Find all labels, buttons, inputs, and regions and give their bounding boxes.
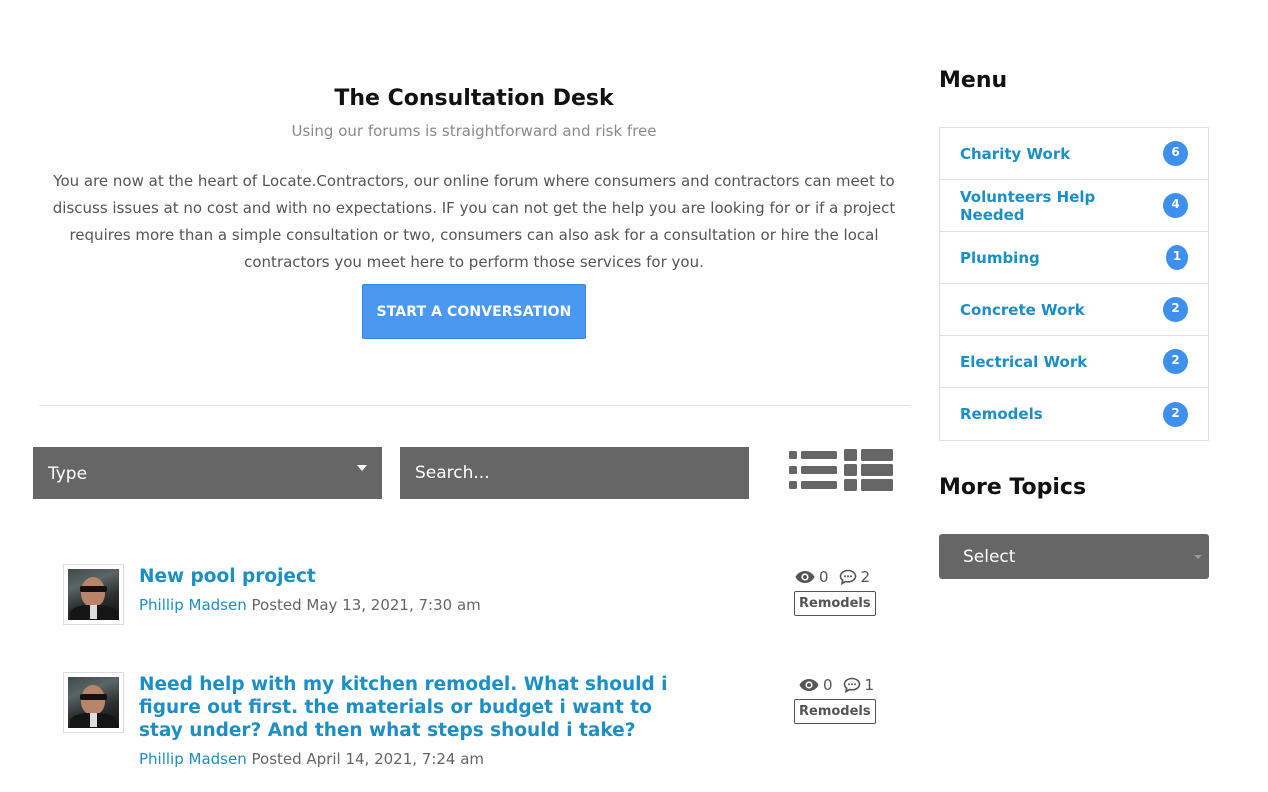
menu-item-label: Remodels [960, 405, 1043, 423]
page-title: The Consultation Desk [334, 86, 614, 111]
menu-item-label: Plumbing [960, 248, 1040, 267]
topic-stats: 0 1 [799, 676, 874, 694]
menu-heading: Menu [939, 68, 1008, 93]
count-badge: 2 [1163, 401, 1188, 427]
count-badge: 2 [1163, 297, 1188, 322]
reply-count: 2 [860, 568, 871, 586]
select-label: Select [963, 547, 1016, 567]
comment-icon [839, 569, 856, 585]
list-view-icon[interactable] [789, 449, 837, 491]
posted-date: Posted April 14, 2021, 7:24 am [251, 750, 485, 768]
view-count: 0 [819, 568, 829, 586]
topic-meta: Phillip Madsen Posted May 13, 2021, 7:30… [139, 596, 481, 614]
reply-count: 1 [864, 676, 875, 694]
grid-view-icon[interactable] [844, 449, 894, 491]
topic-title[interactable]: New pool project [139, 565, 679, 588]
posted-date: Posted May 13, 2021, 7:30 am [251, 596, 481, 614]
menu-item-concrete-work[interactable]: Concrete Work 2 [940, 284, 1208, 336]
count-badge: 6 [1163, 141, 1188, 166]
menu-item-label: Electrical Work [960, 352, 1088, 371]
menu-item-plumbing[interactable]: Plumbing 1 [940, 232, 1208, 284]
count-badge: 1 [1166, 245, 1188, 270]
more-topics-heading: More Topics [939, 475, 1087, 500]
menu-item-remodels[interactable]: Remodels 2 [940, 388, 1208, 440]
topic-meta: Phillip Madsen Posted April 14, 2021, 7:… [139, 750, 484, 768]
count-badge: 2 [1163, 349, 1188, 374]
menu-item-label: Charity Work [960, 144, 1071, 163]
eye-icon [799, 679, 819, 691]
caret-down-icon [357, 465, 367, 471]
menu-item-label: Concrete Work [960, 300, 1085, 319]
avatar[interactable] [63, 672, 124, 733]
menu-item-volunteers-help-needed[interactable]: Volunteers Help Needed 4 [940, 180, 1208, 232]
type-select[interactable]: Type [33, 447, 382, 499]
view-count: 0 [823, 676, 833, 694]
more-topics-select[interactable]: Select [939, 534, 1209, 579]
type-select-label: Type [48, 464, 88, 484]
topic-title[interactable]: Need help with my kitchen remodel. What … [139, 673, 679, 742]
comment-icon [843, 677, 860, 693]
menu-item-label: Volunteers Help Needed [960, 187, 1096, 224]
menu-item-charity-work[interactable]: Charity Work 6 [940, 128, 1208, 180]
topic-tag[interactable]: Remodels [794, 699, 876, 724]
topic-tag[interactable]: Remodels [794, 591, 876, 616]
search-input[interactable] [400, 447, 749, 499]
menu-list: Charity Work 6 Volunteers Help Needed 4 … [939, 127, 1209, 441]
author-link[interactable]: Phillip Madsen [139, 596, 247, 614]
page-subtitle: Using our forums is straightforward and … [291, 122, 657, 140]
caret-down-icon [1194, 555, 1202, 559]
author-link[interactable]: Phillip Madsen [139, 750, 247, 768]
eye-icon [795, 571, 815, 583]
count-badge: 4 [1163, 193, 1188, 218]
intro-text: You are now at the heart of Locate.Contr… [52, 172, 896, 271]
start-conversation-button[interactable]: START A CONVERSATION [362, 284, 586, 339]
avatar[interactable] [63, 564, 124, 625]
divider [39, 405, 910, 406]
topic-stats: 0 2 [795, 568, 870, 586]
menu-item-electrical-work[interactable]: Electrical Work 2 [940, 336, 1208, 388]
